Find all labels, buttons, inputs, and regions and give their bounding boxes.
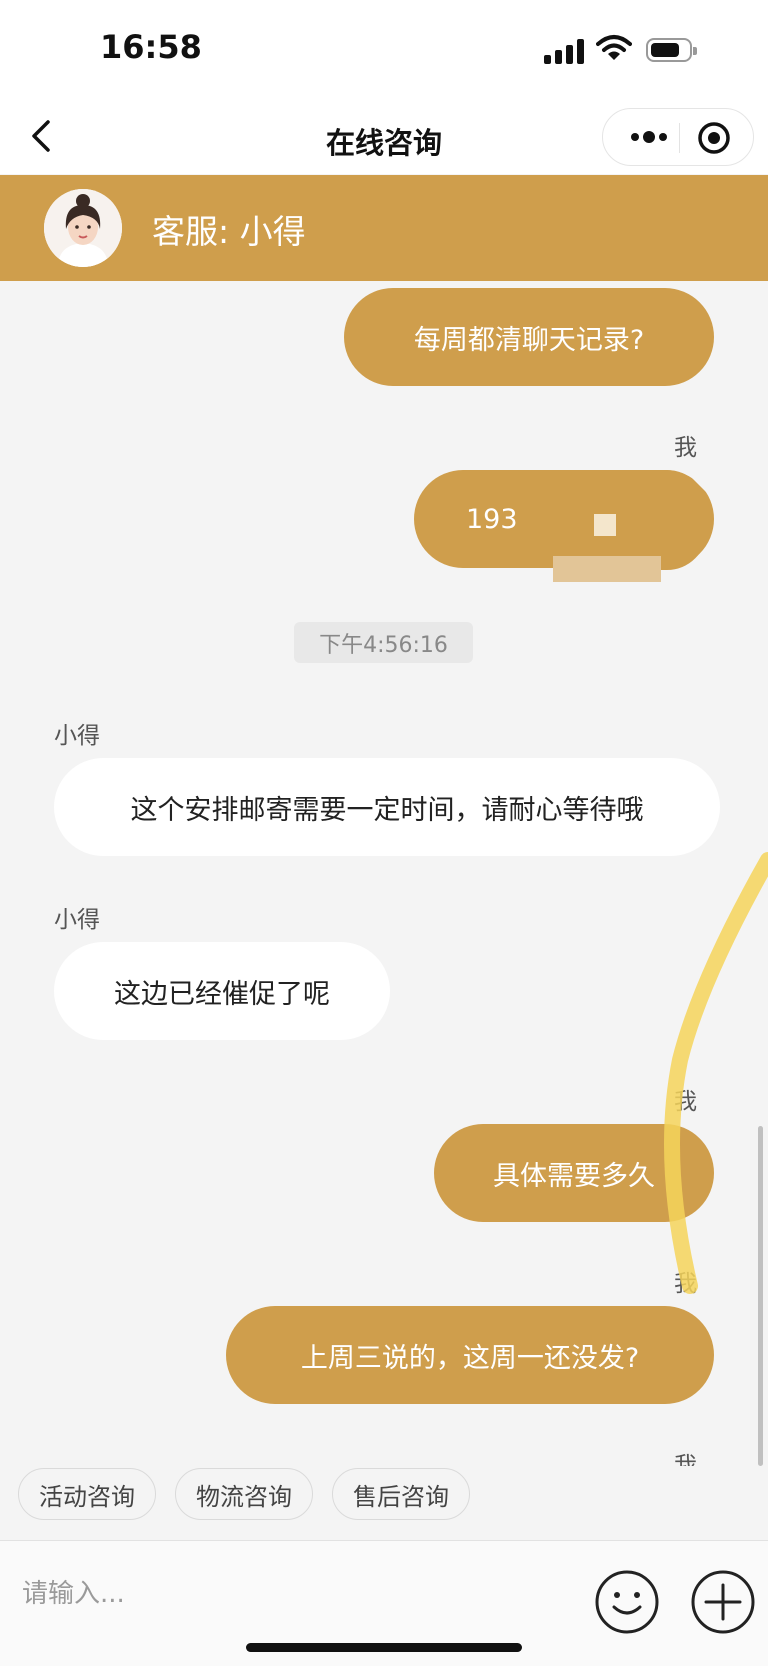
sender-label-agent: 小得 [54, 723, 100, 749]
agent-name: 客服: 小得 [152, 212, 306, 251]
home-indicator [246, 1643, 522, 1652]
more-icon[interactable] [619, 119, 679, 155]
sender-label-me: 我 [674, 1271, 697, 1297]
cellular-signal-icon [544, 38, 586, 64]
redacted-area [557, 470, 707, 570]
wifi-icon [596, 35, 632, 60]
timestamp-label: 下午4:56:16 [294, 622, 473, 663]
agent-avatar [44, 189, 122, 267]
my-message-bubble: 上周三说的，这周一还没发? [226, 1306, 714, 1404]
agent-message-bubble: 这边已经催促了呢 [54, 942, 390, 1040]
sender-label-agent: 小得 [54, 907, 100, 933]
close-target-icon[interactable] [697, 121, 731, 155]
sender-label-me: 我 [674, 1089, 697, 1115]
redacted-area [594, 514, 616, 536]
message-text: 193 [466, 503, 518, 535]
redacted-area [553, 556, 661, 582]
agent-message-bubble: 这个安排邮寄需要一定时间，请耐心等待哦 [54, 758, 720, 856]
status-time: 16:58 [100, 28, 202, 66]
agent-header: 客服: 小得 [0, 175, 768, 281]
quick-reply-aftersales[interactable]: 售后咨询 [332, 1468, 470, 1520]
sender-label-me: 我 [674, 435, 697, 461]
quick-reply-bar: 活动咨询 物流咨询 售后咨询 [0, 1462, 768, 1540]
battery-icon [646, 38, 697, 62]
capsule-divider [679, 123, 680, 153]
quick-reply-logistics[interactable]: 物流咨询 [175, 1468, 313, 1520]
mini-program-capsule [602, 108, 754, 166]
status-bar: 16:58 [0, 0, 768, 100]
message-input[interactable] [20, 1561, 584, 1627]
my-message-bubble: 每周都清聊天记录? [344, 288, 714, 386]
quick-reply-activity[interactable]: 活动咨询 [18, 1468, 156, 1520]
emoji-icon[interactable] [594, 1569, 660, 1635]
my-message-bubble: 具体需要多久 [434, 1124, 714, 1222]
scrollbar[interactable] [758, 1126, 763, 1466]
nav-bar: 在线咨询 [0, 100, 768, 174]
add-icon[interactable] [690, 1569, 756, 1635]
